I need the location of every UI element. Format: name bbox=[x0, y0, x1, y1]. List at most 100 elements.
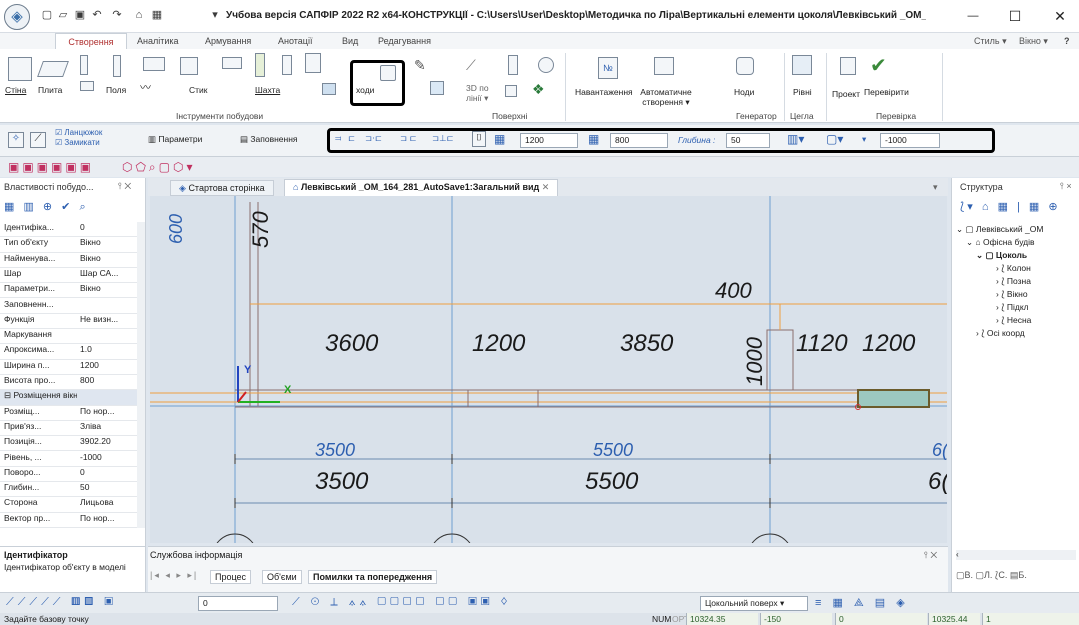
property-row[interactable]: Функція Не визн... bbox=[0, 314, 140, 330]
level-icon[interactable]: ▢▾ bbox=[826, 132, 843, 146]
minimize-button[interactable]: — bbox=[958, 6, 988, 26]
tab-reinforcement[interactable]: Армування bbox=[201, 33, 255, 49]
tree-item-footing[interactable]: › ⟅ Підкл bbox=[996, 302, 1029, 313]
structure-hscrollbar[interactable]: ‹ bbox=[956, 550, 1076, 560]
tree-item-columns[interactable]: › ⟅ Колон bbox=[996, 263, 1031, 274]
pen-icon[interactable]: ✎ bbox=[414, 57, 426, 74]
line3d-button[interactable]: 3D по лінії ▾ bbox=[466, 83, 489, 104]
floor-select[interactable]: Цокольний поверх ▾ bbox=[700, 596, 808, 611]
properties-scrollbar[interactable] bbox=[137, 222, 145, 528]
offset-input[interactable]: -1000 bbox=[880, 133, 940, 148]
snaps-checkbox[interactable]: ☑ Замикати bbox=[55, 138, 100, 147]
filter-icons[interactable]: ≡ ▦ ⟁ ▤ ◈ bbox=[815, 596, 909, 610]
tree-item-building[interactable]: ⌄ ⌂ Офісна будів bbox=[966, 237, 1035, 248]
cube-icon[interactable] bbox=[505, 85, 517, 97]
close-button[interactable]: ✕ bbox=[1045, 6, 1075, 26]
property-row[interactable]: Позиція... 3902.20 bbox=[0, 436, 140, 452]
property-value[interactable]: По нор... bbox=[80, 513, 140, 525]
align-right-icon[interactable]: ⊐ ⊏ bbox=[400, 133, 417, 144]
align-left-icon[interactable]: ⫤ bbox=[335, 133, 341, 144]
auto-create-icon[interactable] bbox=[654, 57, 674, 75]
tabs-dropdown-icon[interactable]: ▾ bbox=[933, 182, 938, 193]
door-swing-icon[interactable]: ⌷ bbox=[472, 131, 486, 147]
loads-button[interactable]: Навантаження bbox=[575, 87, 633, 97]
close-tab-icon[interactable]: ✕ bbox=[542, 182, 550, 192]
openings-button[interactable]: ходи bbox=[356, 85, 374, 95]
project-icon[interactable] bbox=[840, 57, 856, 75]
property-value[interactable]: По нор... bbox=[80, 406, 140, 418]
property-row[interactable]: Поворо... 0 bbox=[0, 467, 140, 483]
tab-annotations[interactable]: Анотації bbox=[274, 33, 316, 49]
property-row[interactable]: Вектор пр... По нор... bbox=[0, 513, 140, 528]
grid-icon[interactable]: ▦ bbox=[150, 9, 164, 22]
undo-icon[interactable]: ↶ bbox=[90, 9, 104, 22]
align-center-icon[interactable]: ⊐⋅⊏ bbox=[365, 133, 382, 144]
tab-errors[interactable]: Помилки та попередження bbox=[308, 570, 438, 584]
loads-icon[interactable]: № bbox=[598, 57, 618, 79]
property-value[interactable]: Вікно bbox=[80, 237, 140, 249]
stack-icon[interactable] bbox=[255, 53, 265, 77]
property-value[interactable]: Лицьова bbox=[80, 497, 140, 509]
property-row[interactable]: Найменува... Вікно bbox=[0, 253, 140, 268]
fill-button[interactable]: ▤ Заповнення bbox=[240, 134, 298, 145]
wall-button[interactable]: Стіна bbox=[5, 85, 26, 95]
property-row[interactable]: Висота про... 800 bbox=[0, 375, 140, 391]
joint-button[interactable]: Стик bbox=[189, 85, 208, 95]
panel-icon[interactable] bbox=[305, 53, 321, 73]
property-row[interactable]: Шар Шар СА... bbox=[0, 268, 140, 284]
check-button[interactable]: Перевірити bbox=[864, 87, 909, 97]
beam-icon[interactable] bbox=[80, 81, 94, 91]
slab-icon[interactable] bbox=[37, 61, 69, 77]
drawing-tools-icons[interactable]: ⟋ ⊙ ⊥ ⟑⟑ ▢▢▢▢ ▢▢ ▣▣ ♢ bbox=[292, 596, 511, 609]
snap-line-icon[interactable]: ⟋ bbox=[30, 132, 46, 148]
snap-point-icon[interactable]: ✧ bbox=[8, 132, 24, 148]
layer-field[interactable]: 0 bbox=[198, 596, 278, 611]
level-dropdown-icon[interactable]: ▾ bbox=[862, 134, 866, 145]
property-row[interactable]: Заповненн... bbox=[0, 299, 140, 314]
property-value[interactable]: 800 bbox=[80, 375, 140, 387]
door-icon[interactable] bbox=[282, 55, 292, 75]
structure-pin-icon[interactable]: ⫯ × bbox=[1060, 181, 1072, 192]
property-value[interactable]: 50 bbox=[80, 482, 140, 494]
property-row[interactable]: Ширина п... 1200 bbox=[0, 360, 140, 375]
property-row[interactable]: Маркування bbox=[0, 329, 140, 345]
app-menu-button[interactable]: ◈ bbox=[4, 4, 30, 30]
nodes-button[interactable]: Ноди bbox=[734, 87, 754, 97]
tab-volumes[interactable]: Об'єми bbox=[262, 570, 302, 584]
window-tool-icon[interactable] bbox=[322, 83, 336, 95]
view-mode-icons[interactable]: ▣▣▣▣▣▣ bbox=[8, 160, 94, 174]
auto-create-button[interactable]: Автоматичне створення ▾ bbox=[636, 87, 696, 108]
tab-model-view[interactable]: ⌂ Левківський _ОМ_164_281_AutoSave1:Зага… bbox=[284, 179, 559, 196]
property-row[interactable]: Рівень, ... -1000 bbox=[0, 452, 140, 467]
style-menu[interactable]: Стиль ▾ bbox=[970, 33, 1011, 49]
tree-item-axes[interactable]: › ⟅ Осі коорд bbox=[976, 328, 1025, 339]
joint-icon[interactable] bbox=[180, 57, 198, 75]
property-row[interactable]: Апроксима... 1.0 bbox=[0, 344, 140, 360]
customize-icon[interactable]: ▾ bbox=[208, 9, 222, 22]
tab-analytics[interactable]: Аналітика bbox=[133, 33, 183, 49]
tab-create[interactable]: Створення bbox=[55, 33, 127, 49]
arch-icon[interactable] bbox=[143, 57, 165, 71]
tab-process[interactable]: Процес bbox=[210, 570, 252, 584]
property-value[interactable]: -1000 bbox=[80, 452, 140, 464]
model-canvas[interactable]: 600 570 400 3600 1200 3850 1000 1120 120… bbox=[150, 196, 947, 543]
tab-view[interactable]: Вид bbox=[338, 33, 362, 49]
new-file-icon[interactable]: ▢ bbox=[40, 9, 54, 22]
tab-edit[interactable]: Редагування bbox=[374, 33, 435, 49]
property-value[interactable]: Шар СА... bbox=[80, 268, 140, 280]
redo-icon[interactable]: ↷ bbox=[110, 9, 124, 22]
structure-bottom-tabs[interactable]: ▢B. ▢Л. ⟅C. ▤Б. bbox=[956, 570, 1027, 581]
opening-icon[interactable] bbox=[380, 65, 396, 81]
save-icon[interactable]: ▣ bbox=[73, 9, 87, 22]
property-row[interactable]: Параметри... Вікно bbox=[0, 283, 140, 299]
tree-item-floor[interactable]: ⌄ ▢ Цоколь bbox=[976, 250, 1027, 261]
property-value[interactable]: 0 bbox=[80, 467, 140, 479]
maximize-button[interactable]: ☐ bbox=[1000, 6, 1030, 26]
align-depth-icon[interactable]: ⊐⊥⊏ bbox=[432, 133, 454, 144]
stair-icon[interactable]: 〰 bbox=[140, 79, 151, 95]
property-row[interactable]: Сторона Лицьова bbox=[0, 497, 140, 513]
slab-button[interactable]: Плита bbox=[38, 85, 62, 95]
floor-button[interactable]: Поля bbox=[106, 85, 126, 95]
property-row[interactable]: Прив'яз... Зліва bbox=[0, 421, 140, 437]
surface-icon[interactable] bbox=[508, 55, 518, 75]
